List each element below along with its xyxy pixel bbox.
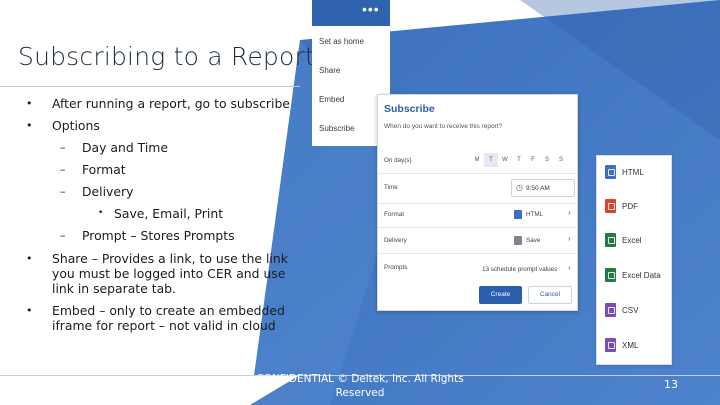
bullet-text: Save, Email, Print: [114, 206, 224, 221]
sub-bullet-item: – Format: [26, 162, 296, 177]
bullet-marker: –: [60, 185, 66, 198]
row-divider: [378, 253, 577, 254]
bullet-item: • Share – Provides a link, to use the li…: [26, 251, 296, 296]
format-option-label: PDF: [622, 201, 638, 211]
chevron-right-icon[interactable]: ›: [568, 263, 571, 272]
bullet-text: Options: [52, 118, 100, 133]
format-options-list: HTML PDF Excel Excel Data CSV XML: [596, 155, 672, 365]
bullet-item: • After running a report, go to subscrib…: [26, 96, 296, 111]
prompts-label: Prompts: [384, 264, 408, 271]
row-divider: [378, 173, 577, 174]
delivery-value[interactable]: Save: [526, 237, 540, 244]
sub-sub-bullet-item: • Save, Email, Print: [26, 206, 296, 221]
day-toggle[interactable]: T: [512, 153, 526, 167]
day-toggle[interactable]: M: [470, 153, 484, 167]
chevron-right-icon[interactable]: ›: [568, 208, 571, 217]
format-option-label: XML: [622, 340, 639, 350]
bullet-marker: •: [26, 97, 33, 110]
format-option-label: Excel Data: [622, 270, 661, 280]
format-label: Format: [384, 211, 404, 218]
dialog-question: When do you want to receive this report?: [384, 123, 503, 130]
bullet-list: • After running a report, go to subscrib…: [26, 96, 296, 340]
bullet-text: Embed – only to create an embedded ifram…: [52, 303, 285, 333]
bullet-marker: •: [26, 252, 33, 265]
bullet-text: Share – Provides a link, to use the link…: [52, 251, 288, 296]
footer-confidential: CONFIDENTIAL © Deltek, Inc. All Rights R…: [256, 373, 464, 399]
format-option-label: HTML: [622, 167, 644, 177]
csv-file-icon: [605, 303, 616, 317]
sub-bullet-item: – Prompt – Stores Prompts: [26, 228, 296, 243]
subscribe-dialog: Subscribe When do you want to receive th…: [377, 94, 578, 311]
bullet-marker: –: [60, 141, 66, 154]
delivery-label: Delivery: [384, 237, 407, 244]
report-menu-header: •••: [312, 0, 390, 26]
chevron-right-icon[interactable]: ›: [568, 234, 571, 243]
days-label: On day(s): [384, 157, 412, 164]
page-number: 13: [664, 378, 678, 391]
bullet-text: Format: [82, 162, 126, 177]
prompts-value[interactable]: 13 schedule prompt values: [482, 266, 557, 273]
sub-bullet-item: – Day and Time: [26, 140, 296, 155]
sub-bullet-item: – Delivery: [26, 184, 296, 199]
more-options-icon[interactable]: •••: [362, 1, 380, 17]
bullet-text: Delivery: [82, 184, 134, 199]
format-option-excel-data[interactable]: Excel Data: [605, 267, 661, 283]
time-label: Time: [384, 184, 398, 191]
bullet-text: Prompt – Stores Prompts: [82, 228, 235, 243]
format-option-excel[interactable]: Excel: [605, 232, 642, 248]
menu-item-embed[interactable]: Embed: [319, 95, 344, 104]
day-picker: M T W T F S S: [470, 153, 568, 167]
day-toggle[interactable]: S: [554, 153, 568, 167]
bullet-marker: –: [60, 229, 66, 242]
day-toggle[interactable]: F: [526, 153, 540, 167]
row-divider: [378, 203, 577, 204]
excel-data-file-icon: [605, 268, 616, 282]
bullet-marker: –: [60, 163, 66, 176]
slide-title: Subscribing to a Report: [18, 42, 315, 71]
format-option-csv[interactable]: CSV: [605, 302, 638, 318]
row-divider: [378, 227, 577, 228]
day-toggle[interactable]: S: [540, 153, 554, 167]
bullet-item: • Options: [26, 118, 296, 133]
xml-file-icon: [605, 338, 616, 352]
save-icon: [514, 236, 522, 245]
html-format-icon: [514, 210, 522, 219]
cancel-button[interactable]: Cancel: [528, 286, 572, 304]
menu-item-share[interactable]: Share: [319, 66, 340, 75]
clock-icon: ◷: [516, 183, 523, 192]
bullet-marker: •: [98, 208, 104, 218]
dialog-title: Subscribe: [384, 103, 435, 115]
create-button[interactable]: Create: [479, 286, 522, 304]
format-option-html[interactable]: HTML: [605, 164, 644, 180]
pdf-file-icon: [605, 199, 616, 213]
format-option-label: CSV: [622, 305, 639, 315]
format-option-pdf[interactable]: PDF: [605, 198, 638, 214]
format-option-label: Excel: [622, 235, 642, 245]
time-value: 9:50 AM: [525, 185, 550, 192]
day-toggle-selected[interactable]: T: [484, 153, 498, 167]
bullet-marker: •: [26, 304, 33, 317]
menu-item-set-as-home[interactable]: Set as home: [319, 37, 364, 46]
bullet-marker: •: [26, 119, 33, 132]
time-input[interactable]: ◷ 9:50 AM: [511, 179, 575, 197]
bullet-text: Day and Time: [82, 140, 168, 155]
menu-item-subscribe[interactable]: Subscribe: [319, 124, 355, 133]
title-divider: [0, 86, 300, 87]
bullet-text: After running a report, go to subscribe: [52, 96, 290, 111]
day-toggle[interactable]: W: [498, 153, 512, 167]
excel-file-icon: [605, 233, 616, 247]
bullet-item: • Embed – only to create an embedded ifr…: [26, 303, 296, 333]
format-value[interactable]: HTML: [526, 211, 543, 218]
html-file-icon: [605, 165, 616, 179]
format-option-xml[interactable]: XML: [605, 337, 638, 353]
